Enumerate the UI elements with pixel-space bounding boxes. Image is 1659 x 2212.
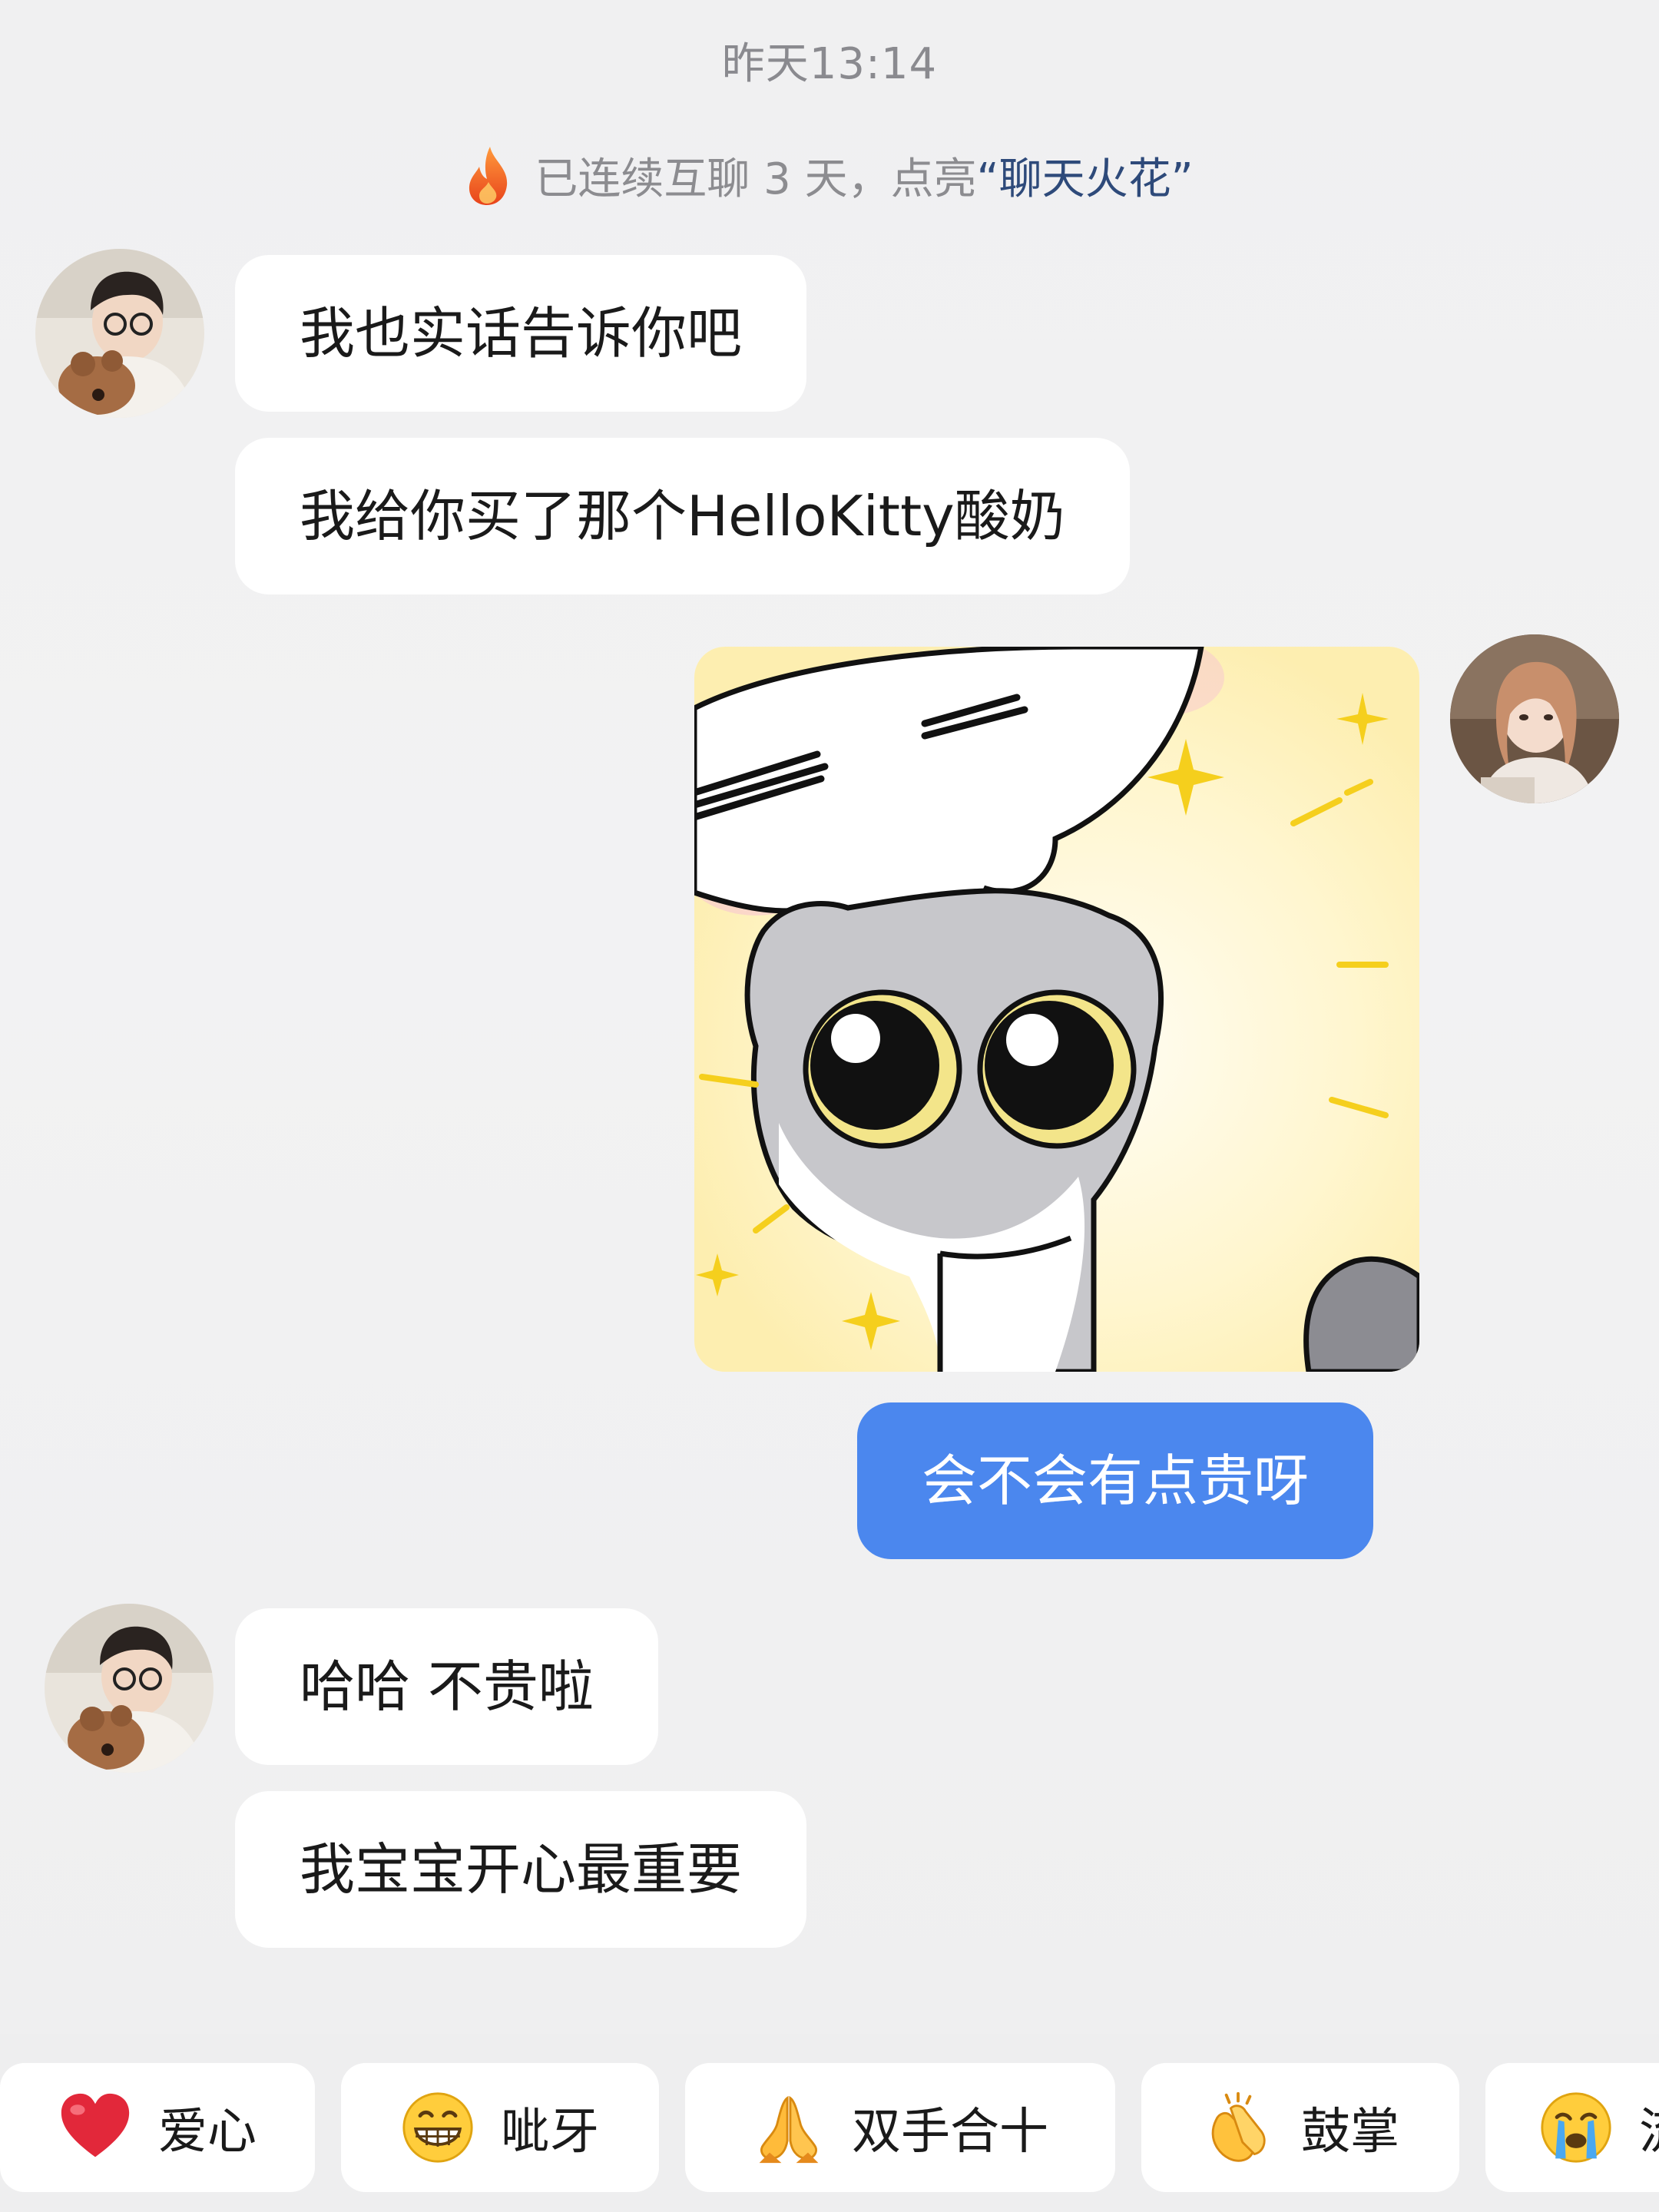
contact-avatar[interactable] [35,249,204,418]
reaction-grin-button[interactable]: 呲牙 [341,2063,659,2192]
reaction-label: 呲牙 [501,2104,599,2161]
message-bubble-received[interactable]: 我给你买了那个HelloKitty酸奶 [235,438,1130,594]
my-avatar[interactable] [1450,634,1619,803]
reaction-label: 爱心 [158,2104,257,2161]
reaction-label: 双手合十 [852,2104,1048,2161]
message-bubble-received[interactable]: 我也实话告诉你吧 [235,255,807,412]
folded-hands-icon [752,2091,826,2164]
message-timestamp: 昨天13:14 [721,39,938,89]
grinning-face-icon [401,2091,475,2164]
flame-icon [469,146,508,205]
reaction-clap-button[interactable]: 鼓掌 [1141,2063,1459,2192]
clapping-hands-icon [1201,2091,1275,2164]
message-bubble-sent[interactable]: 会不会有点贵呀 [857,1402,1374,1559]
chat-streak-notice: 已连续互聊 3 天，点亮 “聊天火花” [0,144,1659,207]
message-bubble-received[interactable]: 哈哈 不贵啦 [235,1608,658,1765]
reaction-cry-button[interactable]: 流 [1485,2063,1659,2192]
contact-avatar[interactable] [45,1604,214,1773]
reaction-label: 鼓掌 [1301,2104,1399,2161]
cartoon-cat-sticker[interactable] [694,647,1419,1372]
reaction-heart-button[interactable]: 爱心 [0,2063,315,2192]
streak-text: 已连续互聊 3 天，点亮 [535,154,977,204]
reaction-pray-button[interactable]: 双手合十 [685,2063,1115,2192]
chat-area: 昨天13:14 已连续互聊 3 天，点亮 “聊天火花” 我也实话告诉你吧 我给你… [0,0,1659,2034]
red-heart-icon [58,2091,132,2164]
quick-reaction-bar: 爱心 呲牙 双手合十 鼓掌 [0,2034,1659,2212]
reaction-label: 流 [1639,2092,1659,2163]
message-bubble-received[interactable]: 我宝宝开心最重要 [235,1791,807,1948]
crying-face-icon [1539,2091,1613,2164]
chat-spark-link[interactable]: “聊天火花” [977,144,1194,207]
